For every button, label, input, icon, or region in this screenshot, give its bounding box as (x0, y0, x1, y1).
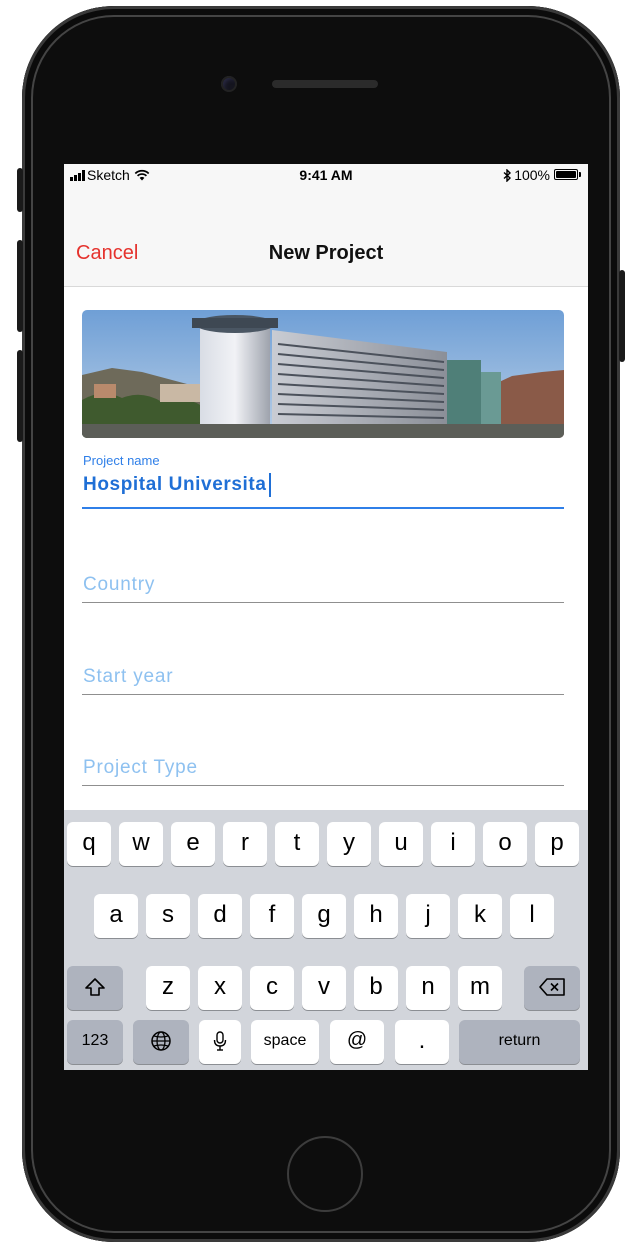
key-i[interactable]: i (431, 822, 475, 866)
key-b[interactable]: b (354, 966, 398, 1010)
key-u[interactable]: u (379, 822, 423, 866)
project-photo[interactable] (82, 310, 564, 438)
key-x[interactable]: x (198, 966, 242, 1010)
battery-icon (554, 169, 582, 181)
project-type-field[interactable]: Project Type (82, 755, 564, 787)
shift-key[interactable] (67, 966, 123, 1010)
key-v[interactable]: v (302, 966, 346, 1010)
key-t[interactable]: t (275, 822, 319, 866)
key-a[interactable]: a (94, 894, 138, 938)
return-key[interactable]: return (459, 1020, 580, 1064)
globe-icon (151, 1030, 171, 1051)
start-year-field[interactable]: Start year (82, 664, 564, 696)
key-s[interactable]: s (146, 894, 190, 938)
key-y[interactable]: y (327, 822, 371, 866)
key-z[interactable]: z (146, 966, 190, 1010)
key-m[interactable]: m (458, 966, 502, 1010)
status-right: 100% (502, 167, 582, 183)
numbers-key[interactable]: 123 (67, 1020, 123, 1064)
project-type-underline (82, 785, 564, 786)
space-key[interactable]: space (251, 1020, 319, 1064)
hospital-photo-image (82, 310, 564, 438)
microphone-key[interactable] (199, 1020, 241, 1064)
key-r[interactable]: r (223, 822, 267, 866)
earpiece-speaker (272, 80, 378, 88)
text-caret (268, 473, 271, 497)
at-key[interactable]: @ (330, 1020, 384, 1064)
country-underline (82, 602, 564, 603)
start-year-underline (82, 694, 564, 695)
key-j[interactable]: j (406, 894, 450, 938)
microphone-icon (213, 1030, 227, 1051)
project-name-label: Project name (83, 453, 160, 468)
battery-percentage: 100% (514, 167, 550, 183)
country-field[interactable]: Country (82, 572, 564, 604)
key-k[interactable]: k (458, 894, 502, 938)
key-q[interactable]: q (67, 822, 111, 866)
screen: Sketch 9:41 AM 100% Cancel New Project P… (64, 164, 588, 1070)
key-l[interactable]: l (510, 894, 554, 938)
country-placeholder: Country (83, 574, 156, 595)
key-w[interactable]: w (119, 822, 163, 866)
volume-down-button (17, 350, 23, 442)
globe-key[interactable] (133, 1020, 189, 1064)
page-title: New Project (268, 242, 384, 264)
start-year-placeholder: Start year (83, 666, 174, 687)
key-f[interactable]: f (250, 894, 294, 938)
key-c[interactable]: c (250, 966, 294, 1010)
key-h[interactable]: h (354, 894, 398, 938)
key-e[interactable]: e (171, 822, 215, 866)
home-button[interactable] (287, 1136, 363, 1212)
front-camera (221, 76, 237, 92)
project-name-value: Hospital Universita (83, 474, 267, 495)
delete-key[interactable] (524, 966, 580, 1010)
keyboard: 123 space @ . return qwertyuiop asdfghjkl… (64, 810, 588, 1070)
bluetooth-icon (503, 168, 512, 182)
shift-icon (85, 977, 105, 996)
key-p[interactable]: p (535, 822, 579, 866)
project-name-field[interactable]: Project name Hospital Universita (82, 453, 564, 515)
delete-icon (539, 977, 565, 996)
key-n[interactable]: n (406, 966, 450, 1010)
volume-up-button (17, 240, 23, 332)
project-type-placeholder: Project Type (83, 757, 198, 778)
status-bar: Sketch 9:41 AM 100% (64, 164, 588, 186)
key-g[interactable]: g (302, 894, 346, 938)
power-button (619, 270, 625, 362)
project-name-input[interactable]: Hospital Universita (83, 473, 271, 497)
mute-switch (17, 168, 23, 212)
navigation-bar: Cancel New Project (64, 186, 588, 287)
key-d[interactable]: d (198, 894, 242, 938)
period-key[interactable]: . (395, 1020, 449, 1064)
project-name-underline (82, 507, 564, 509)
key-o[interactable]: o (483, 822, 527, 866)
